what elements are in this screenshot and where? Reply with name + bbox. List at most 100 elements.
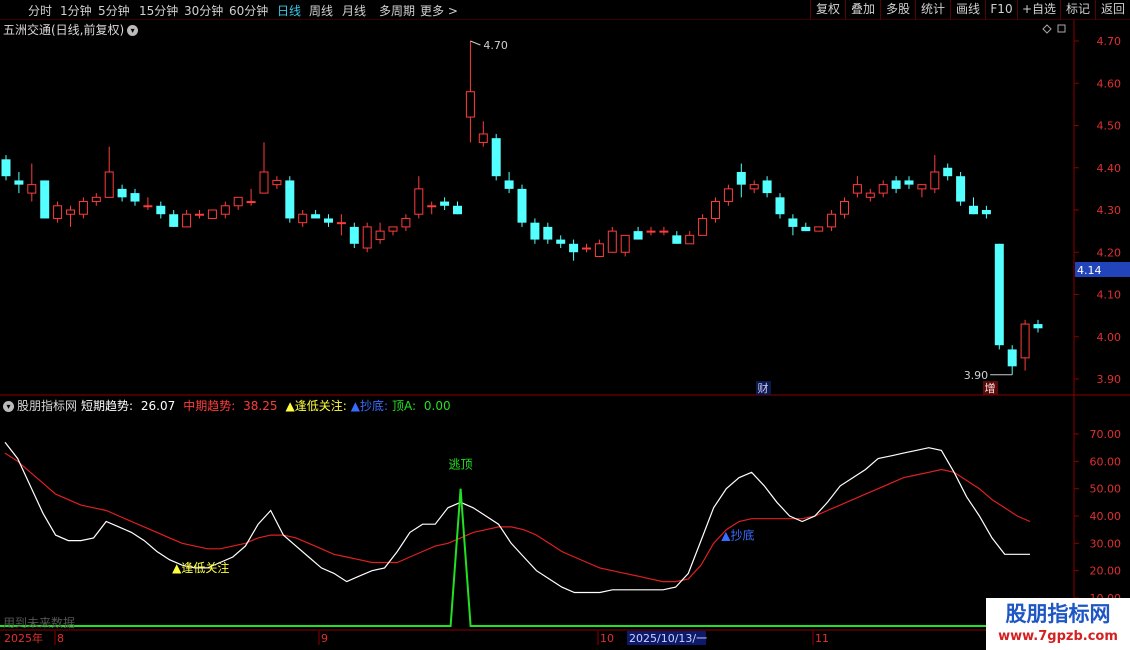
candle-body [685, 234, 695, 245]
candle-body [427, 205, 437, 208]
candle-body [517, 188, 527, 223]
candle-body [362, 226, 372, 249]
candle-body [220, 205, 230, 215]
candle-body [66, 209, 75, 215]
indicator-tick-label: 40.00 [1090, 510, 1122, 523]
candle-body [865, 192, 875, 198]
current-price-label: 4.14 [1077, 264, 1102, 277]
candle-body [607, 230, 617, 253]
candle-body [388, 226, 398, 232]
high-price-label: 4.70 [483, 39, 508, 52]
candle-body [143, 205, 153, 208]
candle-body [620, 234, 630, 253]
mid-trend-label: 中期趋势: 38.25 [183, 399, 278, 413]
candle-body [543, 226, 553, 240]
price-tick-label: 3.90 [1097, 373, 1122, 386]
candle-body [40, 180, 50, 219]
candle-body [182, 213, 192, 228]
price-tick-label: 4.40 [1097, 162, 1122, 175]
candle-body [556, 239, 566, 244]
candle-body [840, 201, 849, 215]
candle-body [956, 176, 966, 202]
candle-body [659, 230, 669, 233]
badge-zeng: 增 [985, 381, 996, 395]
indicator-header: ▾ 股朋指标网 短期趋势: 26.07 中期趋势: 38.25 ▲逢低关注: ▲抄底: 顶A… [3, 397, 459, 414]
cursor-date-label: 2025/10/13/一 [629, 632, 707, 645]
candle-body [646, 230, 656, 233]
candle-body [478, 133, 488, 143]
buy-bottom-signal: ▲抄底 [721, 528, 754, 543]
candle-body [1033, 324, 1043, 329]
candle-body [904, 180, 914, 185]
candle-body [723, 188, 733, 203]
candle-body [285, 180, 295, 219]
candle-body [440, 201, 450, 206]
candle-body [324, 218, 333, 223]
candle-body [969, 205, 978, 215]
candle-body [233, 196, 243, 207]
candle-body [981, 210, 991, 215]
price-tick-label: 4.20 [1097, 246, 1122, 259]
candle-body [453, 205, 462, 215]
indicator-tick-label: 70.00 [1090, 428, 1122, 441]
candle-body [1020, 323, 1030, 359]
candle-body [633, 231, 643, 240]
candle-body [375, 230, 385, 241]
candle-body [78, 201, 88, 215]
candle-body [272, 179, 282, 186]
indicator-tick-label: 50.00 [1090, 483, 1122, 496]
candle-body [891, 180, 901, 189]
future-data-note: 用到未来数据 [3, 616, 76, 630]
candle-body [14, 180, 24, 185]
candle-body [698, 217, 708, 236]
diamond-icon[interactable] [1042, 24, 1052, 34]
candle-body [878, 184, 888, 194]
price-tick-label: 4.50 [1097, 120, 1122, 133]
indicator-tick-label: 60.00 [1090, 455, 1122, 468]
candle-body [736, 171, 746, 185]
indicator-menu-icon[interactable]: ▾ [3, 401, 14, 412]
candle-body [156, 205, 166, 215]
price-tick-label: 4.30 [1097, 204, 1122, 217]
candle-body [401, 217, 411, 228]
chart-canvas[interactable]: 3.90 4.00 4.10 4.20 4.30 4.40 4.50 4.60 4.70 4.70… [0, 0, 1130, 650]
candle-body [801, 226, 811, 232]
candle-body [104, 171, 114, 198]
candle-body [994, 243, 1004, 346]
candle-body [672, 235, 682, 244]
bottom-label: ▲抄底: [350, 399, 389, 413]
short-trend-line [4, 441, 1030, 594]
watermark-title: 股朋指标网 [1005, 602, 1111, 626]
candle-body [711, 201, 720, 219]
candle-body [852, 184, 862, 194]
candle-body [569, 243, 579, 253]
candle-body [814, 226, 824, 232]
badge-cai: 财 [758, 381, 769, 395]
top-a-value: 0.00 [423, 399, 451, 413]
short-trend-label: 短期趋势: 26.07 [81, 399, 176, 413]
candle-body [207, 209, 217, 219]
candle-body [775, 197, 785, 215]
candle-body [311, 214, 321, 219]
year-label: 2025年 [4, 631, 43, 645]
month-label: 9 [321, 632, 328, 645]
candle-body [530, 222, 540, 240]
candle-body [91, 196, 101, 203]
low-focus-label: ▲逢低关注: [285, 399, 347, 413]
watermark-url: www.7gpzb.com [998, 629, 1118, 644]
candle-body [827, 213, 837, 228]
price-tick-label: 4.00 [1097, 331, 1122, 344]
candle-body [53, 205, 63, 219]
square-icon[interactable] [1057, 24, 1066, 33]
mid-trend-value: 38.25 [243, 399, 278, 413]
candle-body [349, 226, 359, 244]
short-trend-value: 26.07 [140, 399, 176, 413]
candle-body [749, 184, 759, 190]
price-tick-label: 4.60 [1097, 77, 1122, 90]
top-a-label: 顶A: 0.00 [392, 399, 451, 413]
candle-body [117, 188, 127, 198]
candle-body [491, 138, 501, 177]
escape-top-label: 逃顶 [449, 458, 473, 472]
candle-body [195, 213, 204, 216]
candle-body [788, 218, 798, 227]
